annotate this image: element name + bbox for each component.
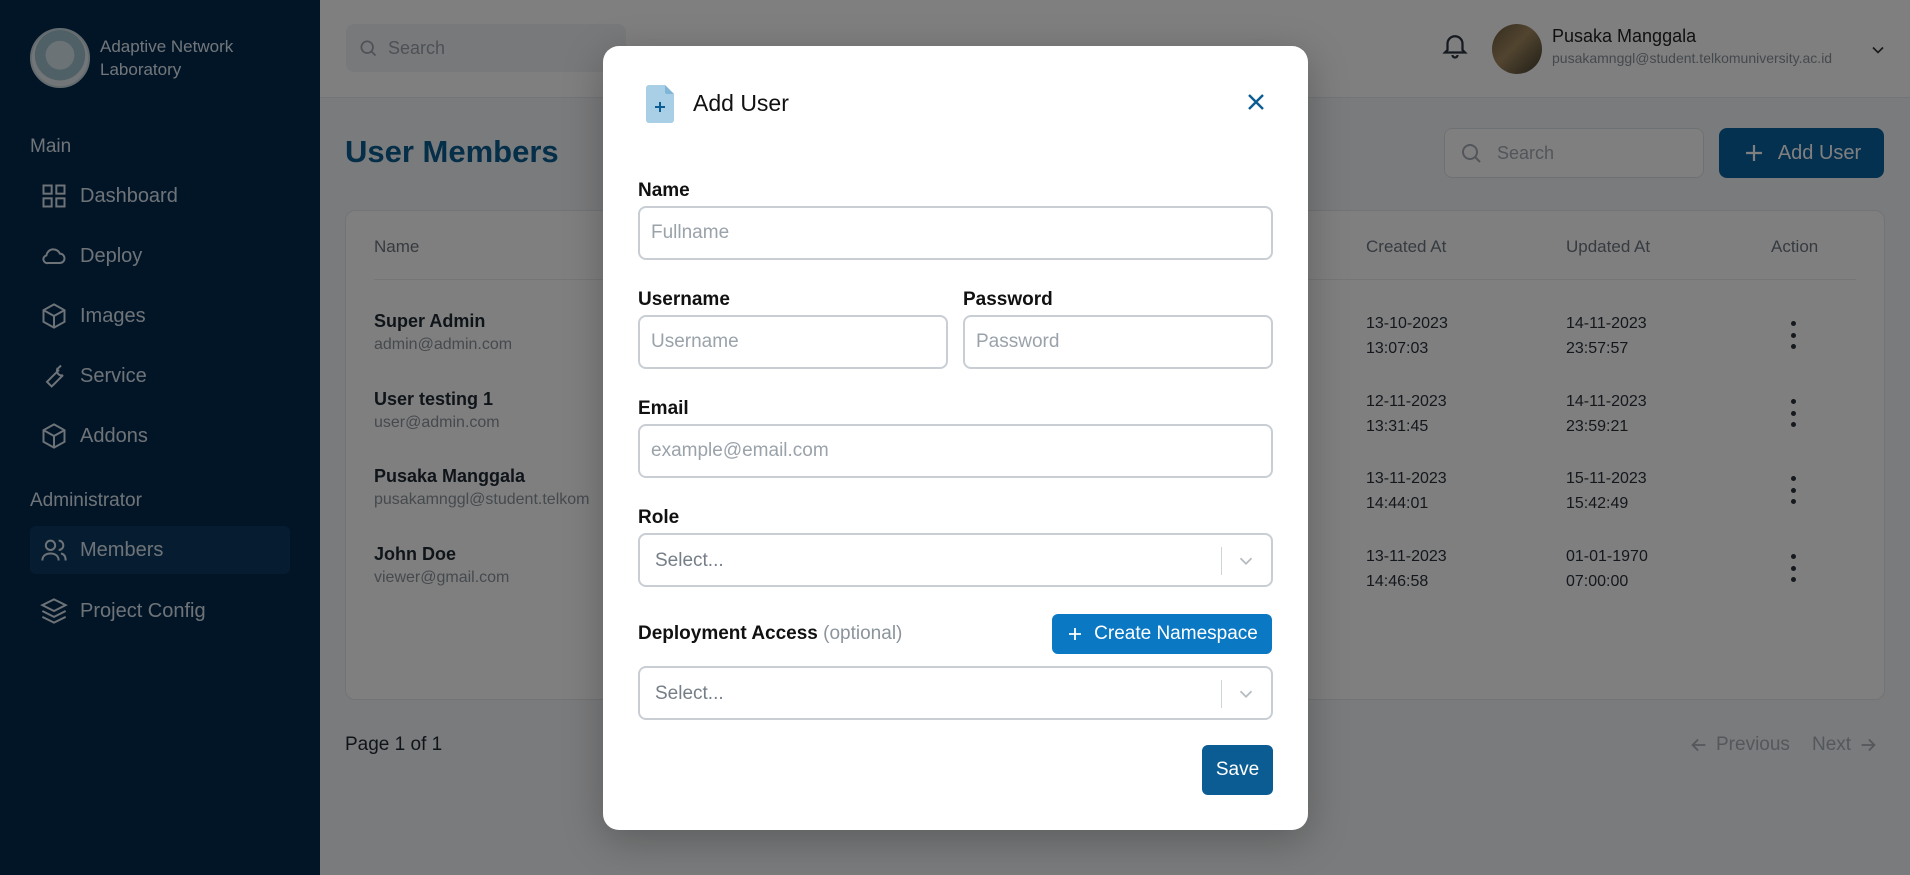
- deployment-access-text: Deployment Access: [638, 623, 818, 644]
- email-label: Email: [638, 398, 689, 419]
- modal-title: Add User: [693, 90, 789, 116]
- username-field[interactable]: [638, 315, 948, 369]
- role-select[interactable]: Select...: [638, 533, 1273, 587]
- select-separator: [1221, 547, 1222, 575]
- password-label: Password: [963, 289, 1053, 310]
- role-label: Role: [638, 507, 680, 528]
- add-user-modal: Add User Name Username Password Email Ro…: [603, 46, 1308, 830]
- deployment-access-select[interactable]: Select...: [638, 666, 1273, 720]
- name-field[interactable]: [638, 206, 1273, 260]
- close-icon[interactable]: [1244, 90, 1268, 114]
- plus-icon: [1069, 628, 1082, 640]
- chevron-down-icon[interactable]: [1235, 683, 1257, 705]
- create-namespace-button[interactable]: Create Namespace: [1052, 614, 1272, 654]
- optional-hint: (optional): [823, 623, 903, 644]
- deployment-select-value: Select...: [655, 683, 724, 704]
- save-button[interactable]: Save: [1202, 745, 1273, 795]
- deployment-access-label: Deployment Access (optional): [638, 623, 902, 645]
- select-separator: [1221, 680, 1222, 708]
- password-field[interactable]: [963, 315, 1273, 369]
- file-add-icon: [646, 85, 674, 123]
- role-select-value: Select...: [655, 550, 724, 571]
- username-label: Username: [638, 289, 730, 310]
- create-namespace-label: Create Namespace: [1094, 623, 1258, 644]
- name-label: Name: [638, 180, 690, 201]
- chevron-down-icon[interactable]: [1235, 550, 1257, 572]
- email-field[interactable]: [638, 424, 1273, 478]
